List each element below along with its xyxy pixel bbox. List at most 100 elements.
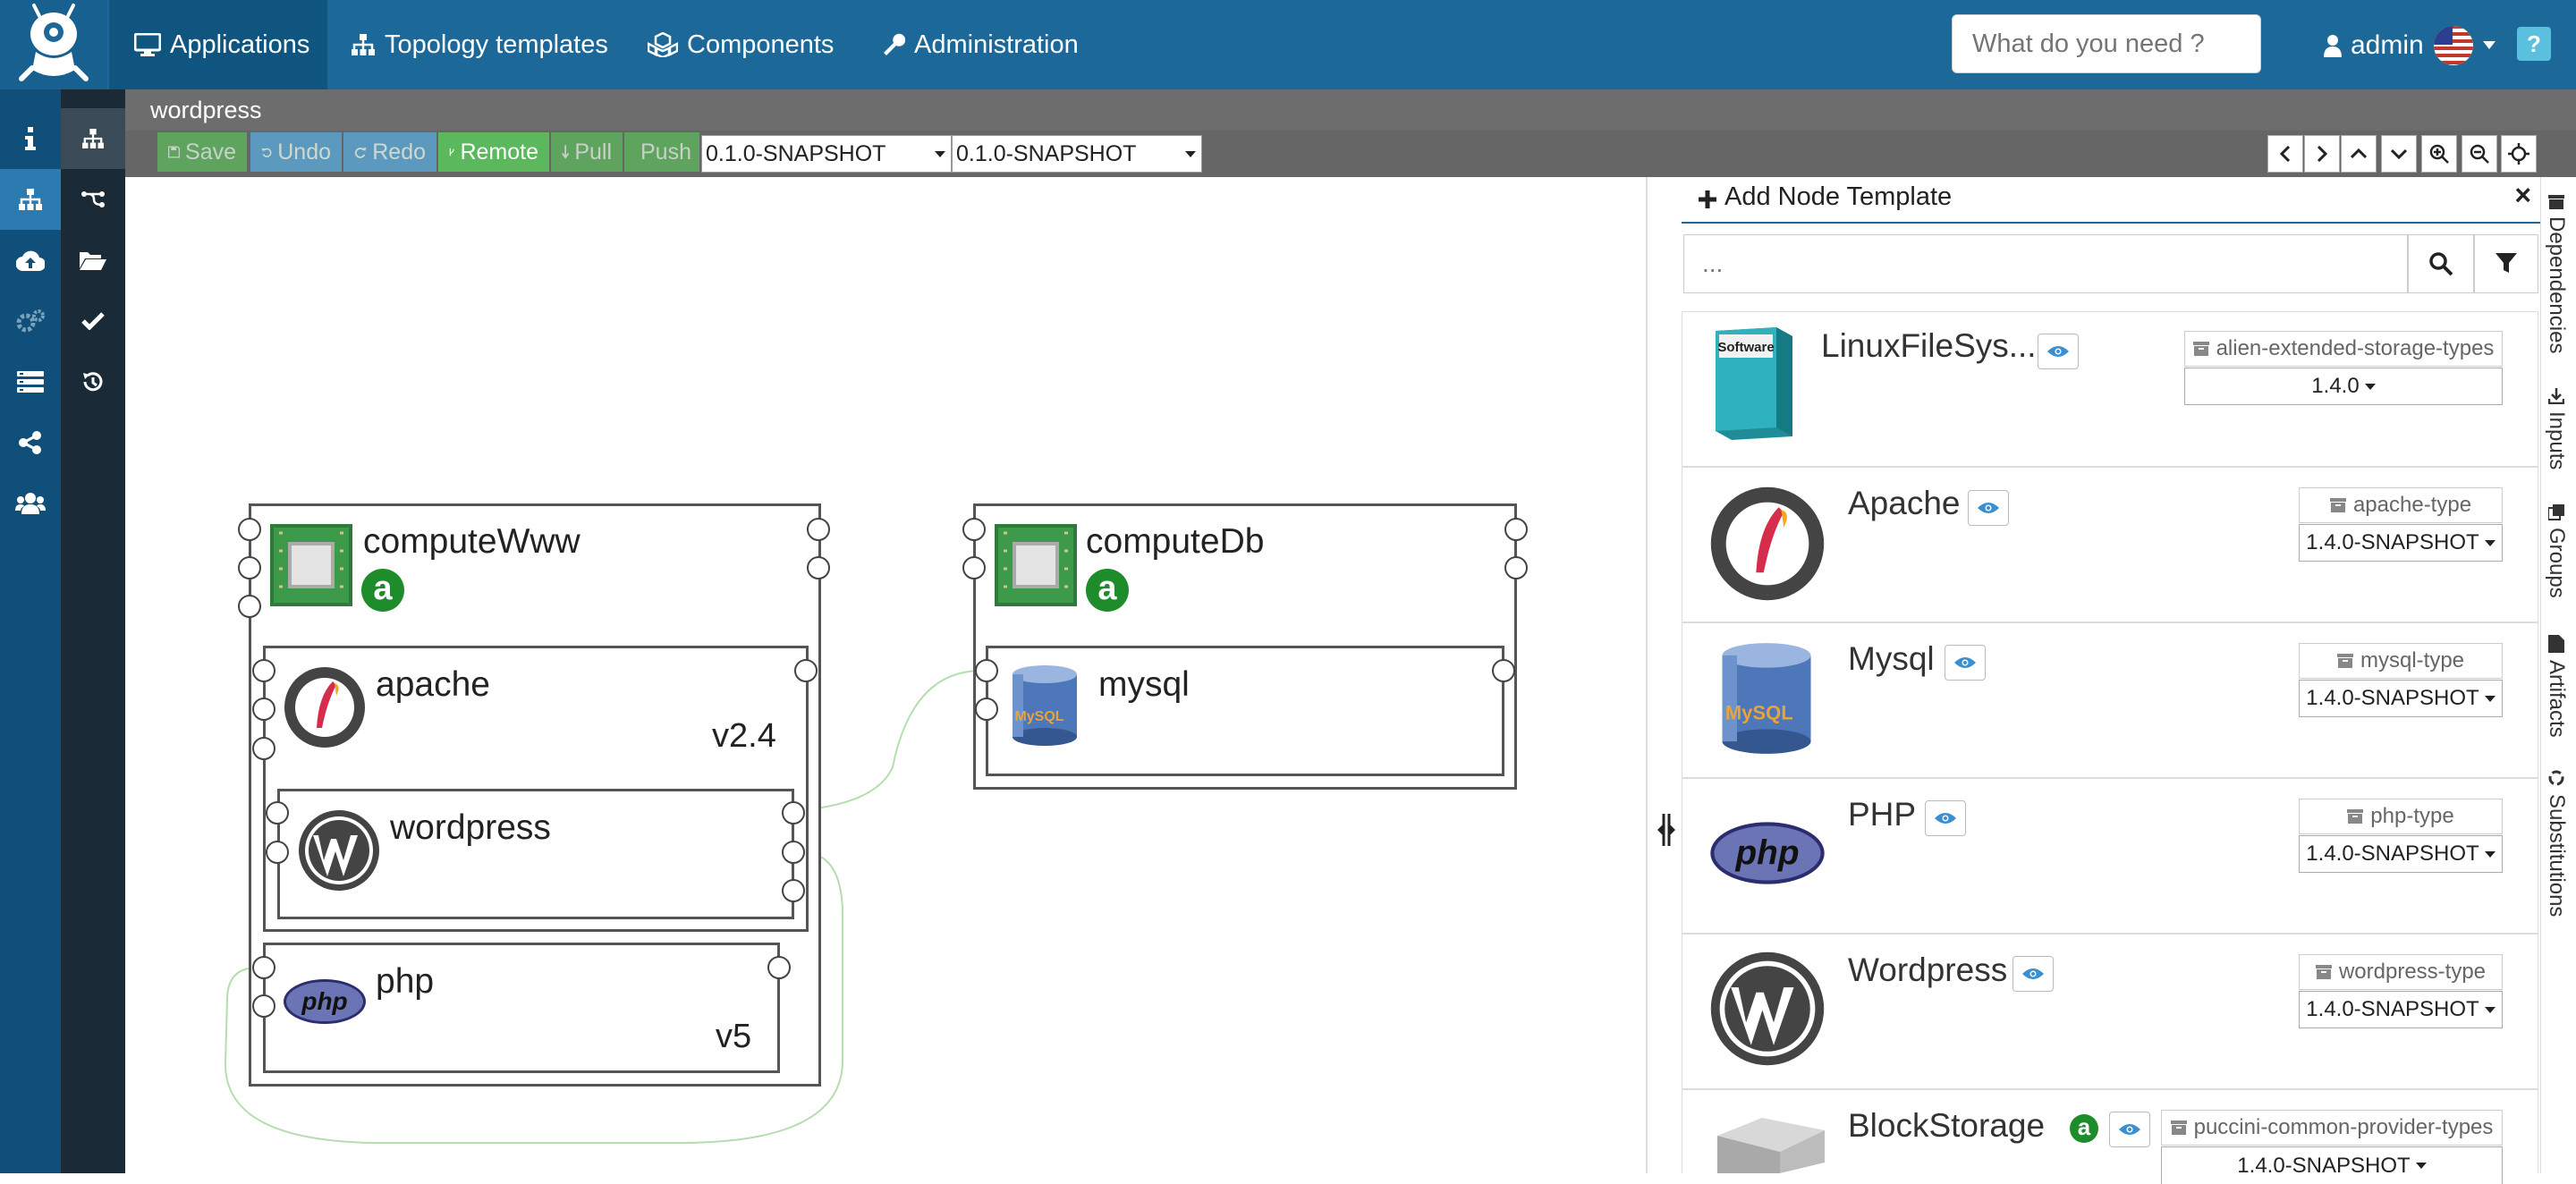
zoom-in-button[interactable] (2421, 135, 2457, 173)
port[interactable] (238, 556, 261, 579)
preview-button[interactable] (2109, 1112, 2150, 1147)
tab-dependencies[interactable]: Dependencies (2544, 195, 2569, 353)
preview-button[interactable] (1968, 490, 2009, 526)
port[interactable] (794, 659, 818, 682)
tab-artifacts[interactable]: Artifacts (2544, 635, 2569, 738)
info-icon (25, 127, 36, 150)
alien4cloud-logo[interactable] (0, 0, 107, 89)
port[interactable] (975, 698, 998, 721)
tab-substitutions[interactable]: Substitutions (2544, 769, 2569, 917)
undo-button[interactable]: Undo (250, 132, 342, 172)
browse-files-button[interactable] (61, 230, 125, 291)
tab-inputs[interactable]: Inputs (2544, 388, 2569, 469)
port[interactable] (807, 556, 830, 579)
port[interactable] (238, 518, 261, 541)
nav-components[interactable]: Components (648, 0, 834, 89)
port[interactable] (807, 518, 830, 541)
workflow-button[interactable] (61, 169, 125, 230)
remote-button[interactable]: Remote (438, 132, 549, 172)
archive-icon (2347, 809, 2364, 824)
port[interactable] (782, 841, 805, 864)
preview-button[interactable] (2038, 334, 2079, 369)
history-button[interactable] (61, 351, 125, 412)
pull-button[interactable]: Pull (551, 132, 623, 172)
port[interactable] (962, 518, 986, 541)
help-button[interactable]: ? (2517, 27, 2551, 61)
port[interactable] (266, 841, 289, 864)
users-icon (15, 493, 46, 514)
plus-icon (1699, 190, 1716, 208)
port[interactable] (266, 801, 289, 825)
port[interactable] (252, 737, 275, 760)
port[interactable] (975, 659, 998, 682)
port[interactable] (252, 994, 275, 1018)
users-button[interactable] (0, 473, 61, 534)
nav-topology-templates[interactable]: Topology templates (351, 0, 608, 89)
version-dropdown[interactable]: 1.4.0-SNAPSHOT (2299, 991, 2503, 1028)
topology-view-button[interactable] (61, 108, 125, 169)
deploy-button[interactable] (0, 230, 61, 291)
mysql-cylinder-icon: MySQL (1009, 664, 1080, 748)
node-search-input[interactable]: ... (1683, 234, 2408, 293)
version-dropdown[interactable]: 1.4.0 (2184, 368, 2503, 405)
mysql-cylinder-icon: MySQL (1717, 640, 1816, 757)
pan-up-button[interactable] (2341, 135, 2377, 173)
port[interactable] (782, 879, 805, 902)
port[interactable] (1504, 518, 1528, 541)
preview-button[interactable] (1945, 645, 1986, 681)
zoom-out-button[interactable] (2462, 135, 2497, 173)
nav-applications[interactable]: Applications (109, 0, 327, 89)
port[interactable] (962, 556, 986, 579)
pan-left-button[interactable] (2267, 135, 2303, 173)
archive-label: alien-extended-storage-types (2184, 331, 2503, 367)
node-type-name: LinuxFileSys... (1821, 327, 2037, 364)
nav-applications-label: Applications (170, 30, 310, 59)
panel-splitter[interactable] (1646, 177, 1685, 1173)
tab-artifacts-label: Artifacts (2545, 660, 2569, 738)
link-wordpress-mysql[interactable] (801, 669, 985, 811)
archive-label: puccini-common-provider-types (2161, 1110, 2503, 1146)
zoom-in-icon (2429, 144, 2449, 164)
settings-button[interactable] (0, 291, 61, 351)
archive-label: php-type (2299, 799, 2503, 834)
node-filter-button[interactable] (2474, 234, 2538, 293)
environments-button[interactable] (0, 351, 61, 412)
save-button[interactable]: Save (157, 132, 247, 172)
tab-groups[interactable]: Groups (2544, 504, 2569, 598)
port[interactable] (252, 698, 275, 721)
info-button[interactable] (0, 108, 61, 169)
preview-button[interactable] (2012, 956, 2054, 992)
nav-administration[interactable]: Administration (882, 0, 1079, 89)
version-select[interactable]: 0.1.0-SNAPSHOT (701, 135, 952, 173)
archive-icon (2336, 654, 2353, 668)
preview-button[interactable] (1925, 800, 1966, 836)
push-label: Push (640, 139, 691, 165)
version-dropdown[interactable]: 1.4.0-SNAPSHOT (2299, 680, 2503, 717)
check-icon (81, 312, 105, 330)
environment-version-select[interactable]: 0.1.0-SNAPSHOT (952, 135, 1202, 173)
pan-down-button[interactable] (2381, 135, 2417, 173)
share-button[interactable] (0, 412, 61, 473)
port[interactable] (1504, 556, 1528, 579)
redo-button[interactable]: Redo (343, 132, 436, 172)
global-search-input[interactable] (1952, 14, 2261, 73)
version-value: 1.4.0-SNAPSHOT (2306, 530, 2479, 554)
close-panel-button[interactable]: × (2514, 179, 2531, 212)
php-logo-icon: php (1708, 821, 1826, 885)
node-search-button[interactable] (2408, 234, 2474, 293)
pan-right-button[interactable] (2304, 135, 2340, 173)
user-menu[interactable]: admin (2324, 25, 2496, 66)
port[interactable] (252, 956, 275, 979)
push-button[interactable]: Push (624, 132, 699, 172)
port[interactable] (782, 801, 805, 825)
port[interactable] (1492, 659, 1515, 682)
version-dropdown[interactable]: 1.4.0-SNAPSHOT (2299, 524, 2503, 562)
port[interactable] (238, 595, 261, 618)
version-dropdown[interactable]: 1.4.0-SNAPSHOT (2299, 835, 2503, 873)
center-button[interactable] (2501, 135, 2537, 173)
topology-button[interactable] (0, 169, 61, 230)
version-dropdown[interactable]: 1.4.0-SNAPSHOT (2161, 1146, 2503, 1184)
port[interactable] (767, 956, 791, 979)
port[interactable] (252, 659, 275, 682)
validation-button[interactable] (61, 291, 125, 351)
